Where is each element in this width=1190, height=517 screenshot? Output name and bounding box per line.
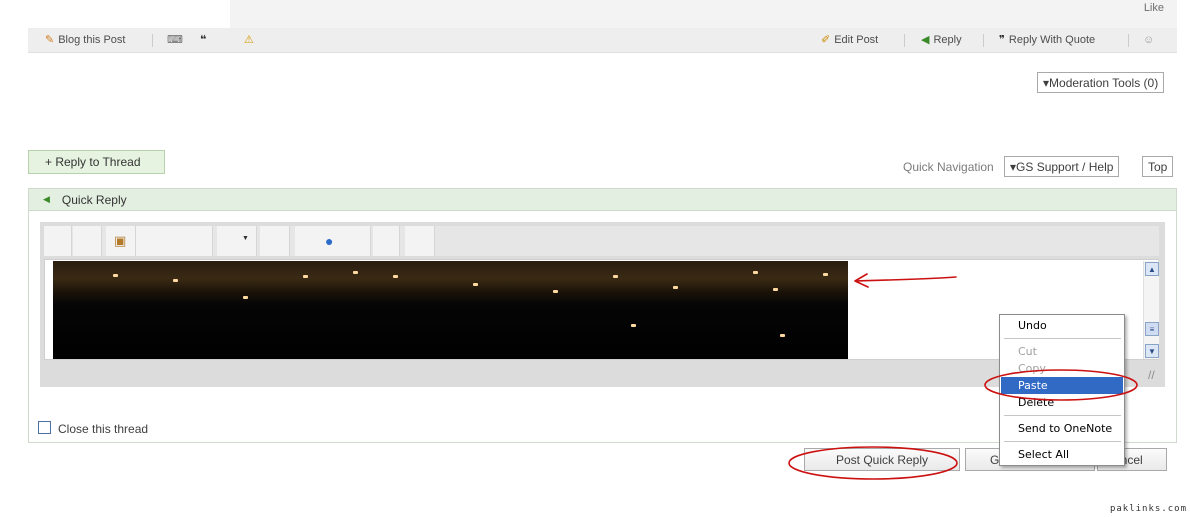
- blog-this-post-link[interactable]: ✎ Blog this Post: [45, 34, 125, 46]
- toolbar-divider: [983, 34, 984, 47]
- top-gray-area: [230, 0, 1177, 28]
- context-separator: [1004, 441, 1121, 442]
- edit-post-link[interactable]: ✐ Edit Post: [821, 34, 878, 46]
- font-select[interactable]: [136, 226, 213, 256]
- post-toolbar: ✎ Blog this Post ⌨ ❝ ⚠ ✐ Edit Post ◀ Rep…: [28, 28, 1177, 53]
- thanks-icon: ☺: [1143, 34, 1155, 46]
- context-select-all[interactable]: Select All: [1001, 446, 1123, 463]
- insert-image-icon: ▣: [114, 233, 127, 248]
- scroll-thumb[interactable]: ≡: [1145, 322, 1159, 336]
- multiquote-button[interactable]: ❝: [200, 34, 206, 46]
- quick-reply-header: ◀ Quick Reply: [29, 189, 1176, 211]
- reply-link[interactable]: ◀ Reply: [921, 34, 962, 46]
- editor-button[interactable]: [405, 226, 435, 256]
- thanks-button[interactable]: ☺: [1143, 34, 1154, 46]
- context-separator: [1004, 415, 1121, 416]
- top-tab-area: [28, 0, 230, 28]
- reply-to-thread-button[interactable]: + Reply to Thread: [28, 150, 165, 174]
- close-thread-checkbox[interactable]: [38, 421, 51, 434]
- context-copy[interactable]: Copy: [1001, 360, 1123, 377]
- reply-label: Reply: [933, 34, 962, 46]
- reply-arrow-icon: ◀: [921, 34, 930, 46]
- insert-image-button[interactable]: ▣: [106, 226, 136, 256]
- warning-button[interactable]: ⚠: [244, 34, 254, 46]
- watermark: paklinks.com: [1109, 504, 1187, 514]
- like-label[interactable]: Like: [1144, 2, 1164, 14]
- quick-reply-title: Quick Reply: [61, 192, 127, 207]
- smilies-button[interactable]: ●: [295, 226, 371, 256]
- chevron-down-icon: ▼: [242, 235, 249, 242]
- editor-button[interactable]: [44, 226, 72, 256]
- top-button[interactable]: Top: [1142, 156, 1174, 177]
- post-quick-reply-button[interactable]: Post Quick Reply: [804, 448, 960, 471]
- context-cut[interactable]: Cut: [1001, 343, 1123, 360]
- scroll-down-button[interactable]: ▼: [1145, 344, 1159, 358]
- blog-this-post-label: Blog this Post: [58, 34, 126, 46]
- toolbar-divider: [904, 34, 905, 47]
- moderation-tools-button[interactable]: ▾Moderation Tools (0): [1037, 72, 1165, 93]
- context-paste[interactable]: Paste: [1001, 377, 1123, 394]
- quote-icon: ❞: [999, 34, 1005, 46]
- edit-post-label: Edit Post: [834, 34, 879, 46]
- editor-button[interactable]: [260, 226, 290, 256]
- toolbar-divider: [1128, 34, 1129, 47]
- collapse-arrow-icon[interactable]: ◀: [43, 194, 50, 205]
- editor-scrollbar[interactable]: ▲ ≡ ▼: [1143, 261, 1159, 359]
- context-undo[interactable]: Undo: [1001, 317, 1123, 334]
- multiquote-icon: ❝: [200, 34, 207, 46]
- context-delete[interactable]: Delete: [1001, 394, 1123, 411]
- context-send-to-onenote[interactable]: Send to OneNote: [1001, 420, 1123, 437]
- quick-navigation-label: Quick Navigation: [903, 160, 994, 174]
- keyboard-icon: ⌨: [167, 34, 183, 46]
- reply-with-quote-link[interactable]: ❞ Reply With Quote: [999, 34, 1095, 46]
- blog-icon: ✎: [45, 34, 55, 46]
- close-thread-label: Close this thread: [58, 422, 149, 436]
- smiley-icon: ●: [325, 233, 334, 249]
- scroll-up-button[interactable]: ▲: [1145, 262, 1159, 276]
- resize-grip-icon[interactable]: //: [1148, 368, 1155, 382]
- warning-icon: ⚠: [244, 34, 254, 46]
- editor-toolbar: ▣ ▼ ●: [44, 226, 1159, 256]
- editor-button[interactable]: [373, 226, 400, 256]
- editor-button[interactable]: [73, 226, 102, 256]
- pasted-night-image: [53, 261, 848, 359]
- edit-pencil-icon: ✐: [821, 34, 831, 46]
- context-menu: Undo Cut Copy Paste Delete Send to OneNo…: [999, 314, 1125, 466]
- quick-navigation-select[interactable]: ▾GS Support / Help: [1004, 156, 1120, 177]
- size-select[interactable]: ▼: [217, 226, 257, 256]
- context-separator: [1004, 338, 1121, 339]
- reply-with-quote-label: Reply With Quote: [1008, 34, 1096, 46]
- report-button[interactable]: ⌨: [167, 34, 183, 46]
- toolbar-divider: [152, 34, 153, 47]
